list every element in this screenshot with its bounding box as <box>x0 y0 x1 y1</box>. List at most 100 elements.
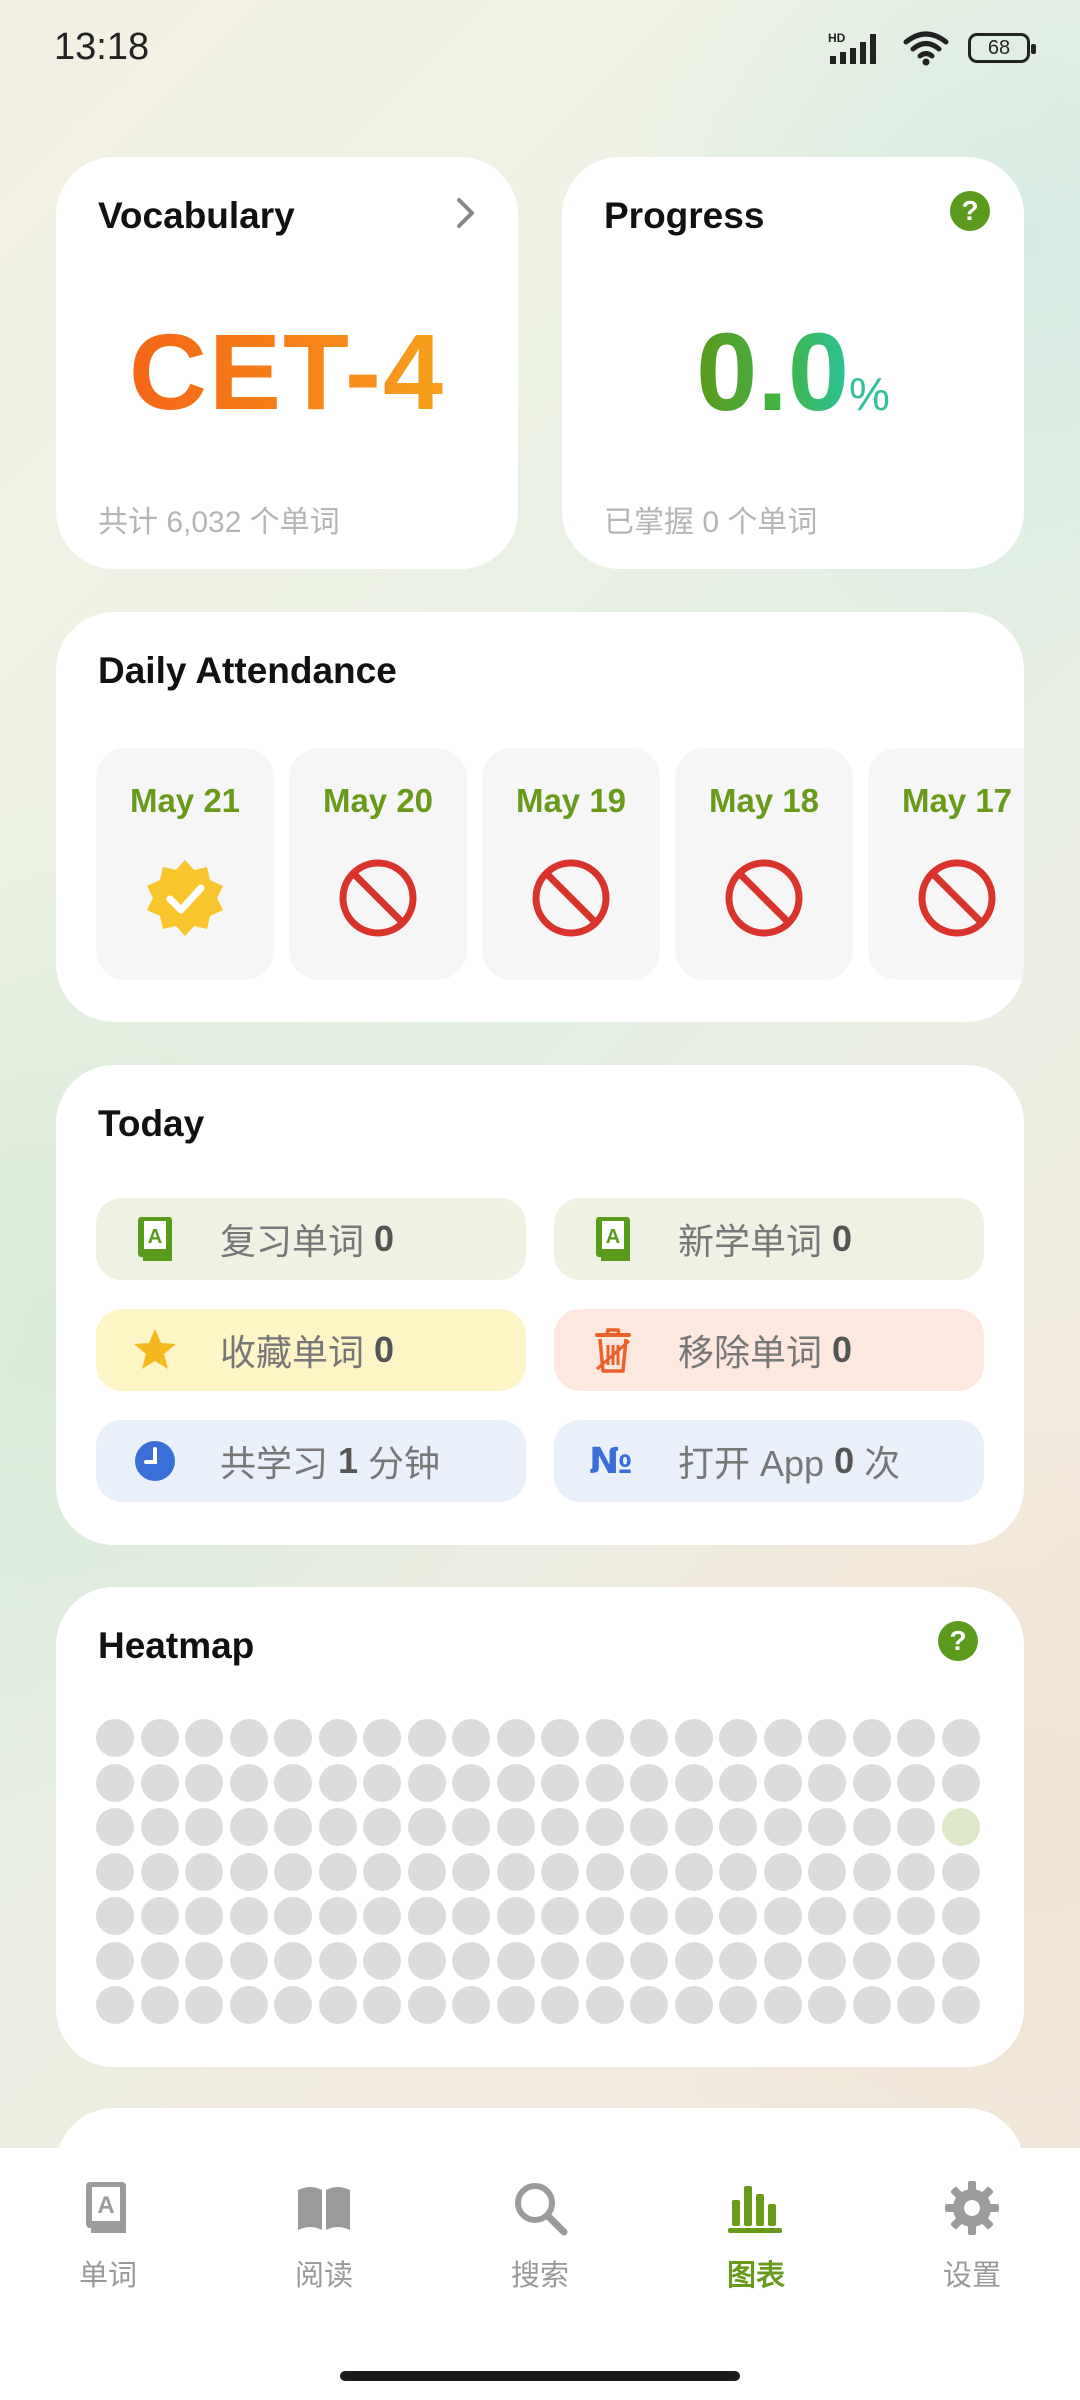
heatmap-cell <box>630 1763 668 1802</box>
wifi-icon <box>903 31 949 66</box>
missed-icon <box>532 859 610 937</box>
status-time: 13:18 <box>54 26 150 68</box>
heatmap-cell <box>897 1941 935 1980</box>
nav-label-chart: 图表 <box>726 2260 785 2292</box>
heatmap-cell <box>763 1808 802 1846</box>
bottom-nav: A 单词 阅读 搜索 图表 设置 <box>0 2148 1080 2400</box>
favorite-words-label: 收藏单词 <box>220 1332 365 1373</box>
heatmap-cell <box>185 1763 223 1802</box>
clock-icon <box>130 1436 180 1486</box>
today-title: Today <box>98 1103 205 1144</box>
help-icon[interactable]: ? <box>938 1621 978 1661</box>
heatmap-cell <box>452 1808 490 1846</box>
heatmap-cell <box>808 1897 846 1935</box>
heatmap-cell <box>808 1941 846 1980</box>
heatmap-cell <box>585 1852 624 1891</box>
heatmap-cell <box>674 1808 713 1846</box>
heatmap-cell <box>808 1763 846 1802</box>
heatmap-cell <box>541 1986 579 2024</box>
signal-icon: HD <box>828 31 876 64</box>
heatmap-cell <box>496 1852 535 1891</box>
attendance-date: May 21 <box>129 782 241 819</box>
app-open-stat[interactable]: № 打开 App 0 次 <box>554 1420 984 1502</box>
heatmap-cell <box>185 1941 223 1980</box>
heatmap-cell <box>763 1852 802 1891</box>
missed-icon <box>918 859 996 937</box>
heatmap-cell <box>897 1808 935 1846</box>
heatmap-cell <box>363 1719 401 1757</box>
heatmap-cell <box>185 1986 223 2024</box>
heatmap-cell <box>229 1763 268 1802</box>
heatmap-cell <box>674 1941 713 1980</box>
nav-item-search[interactable]: 搜索 <box>470 2178 610 2294</box>
heatmap-cell <box>630 1808 668 1846</box>
heatmap-cell <box>318 1719 357 1757</box>
svg-text:A: A <box>606 1226 620 1248</box>
progress-number: 0.0 <box>696 311 849 434</box>
heatmap-cell <box>140 1808 179 1846</box>
nav-item-reading[interactable]: 阅读 <box>254 2178 394 2294</box>
heatmap-cell <box>363 1897 401 1935</box>
heatmap-cell <box>852 1986 891 2024</box>
vocabulary-title: Vocabulary <box>98 195 295 236</box>
nav-item-words[interactable]: A 单词 <box>38 2178 178 2294</box>
heatmap-cell <box>541 1941 579 1980</box>
heatmap-cell <box>852 1763 891 1802</box>
favorite-words-count: 0 <box>374 1329 395 1370</box>
review-words-label: 复习单词 <box>220 1221 365 1262</box>
progress-value: 0.0% <box>562 309 1024 436</box>
heatmap-cell <box>763 1986 802 2024</box>
heatmap-cell <box>496 1986 535 2024</box>
heatmap-cell <box>363 1763 401 1802</box>
heatmap-cell <box>363 1852 401 1891</box>
review-words-stat[interactable]: A 复习单词 0 <box>96 1198 526 1280</box>
nav-label-search: 搜索 <box>510 2260 569 2292</box>
nav-item-settings[interactable]: 设置 <box>902 2178 1042 2294</box>
new-words-stat[interactable]: A 新学单词 0 <box>554 1198 984 1280</box>
vocabulary-card[interactable]: Vocabulary CET-4 共计 6,032 个单词 <box>56 157 518 569</box>
heatmap-cell <box>407 1986 446 2024</box>
heatmap-cell <box>852 1719 891 1757</box>
heatmap-cell <box>140 1852 179 1891</box>
heatmap-cell <box>897 1763 935 1802</box>
study-time-stat[interactable]: 共学习 1 分钟 <box>96 1420 526 1502</box>
heatmap-cell <box>96 1852 134 1891</box>
attendance-date: May 18 <box>708 782 820 819</box>
study-time-label: 共学习 <box>220 1443 329 1484</box>
new-words-label: 新学单词 <box>678 1221 823 1262</box>
heatmap-cell <box>140 1941 179 1980</box>
chevron-right-icon[interactable] <box>454 195 478 241</box>
heatmap-cell <box>96 1986 134 2024</box>
help-icon[interactable]: ? <box>950 191 990 231</box>
heatmap-cell <box>407 1719 446 1757</box>
battery-level: 68 <box>987 36 1011 59</box>
heatmap-cell <box>496 1808 535 1846</box>
attendance-day: May 19 <box>482 748 660 980</box>
heatmap-cell <box>185 1719 223 1757</box>
heatmap-cell <box>363 1941 401 1980</box>
missed-icon <box>725 859 803 937</box>
heatmap-cell <box>585 1763 624 1802</box>
home-indicator[interactable] <box>340 2371 740 2381</box>
removed-words-label: 移除单词 <box>678 1332 823 1373</box>
heatmap-cell <box>496 1719 535 1757</box>
heatmap-cell <box>140 1986 179 2024</box>
heatmap-cell <box>630 1897 668 1935</box>
heatmap-cell <box>585 1897 624 1935</box>
numero-icon: № <box>588 1436 638 1486</box>
heatmap-cell <box>452 1852 490 1891</box>
heatmap-cell <box>96 1808 134 1846</box>
attendance-days[interactable]: May 21 May 20 May 19 May 18 May 17 <box>96 748 1024 980</box>
heatmap-cell <box>808 1719 846 1757</box>
nav-item-chart[interactable]: 图表 <box>686 2178 826 2294</box>
removed-words-stat[interactable]: 移除单词 0 <box>554 1309 984 1391</box>
heatmap-cell <box>808 1986 846 2024</box>
heatmap-cell <box>541 1897 579 1935</box>
favorite-words-stat[interactable]: 收藏单词 0 <box>96 1309 526 1391</box>
heatmap-cell <box>585 1808 624 1846</box>
attendance-day: May 18 <box>675 748 853 980</box>
heatmap-cell <box>941 1897 980 1935</box>
heatmap-cell <box>763 1897 802 1935</box>
heatmap-cell <box>541 1808 579 1846</box>
heatmap-cell <box>274 1808 312 1846</box>
